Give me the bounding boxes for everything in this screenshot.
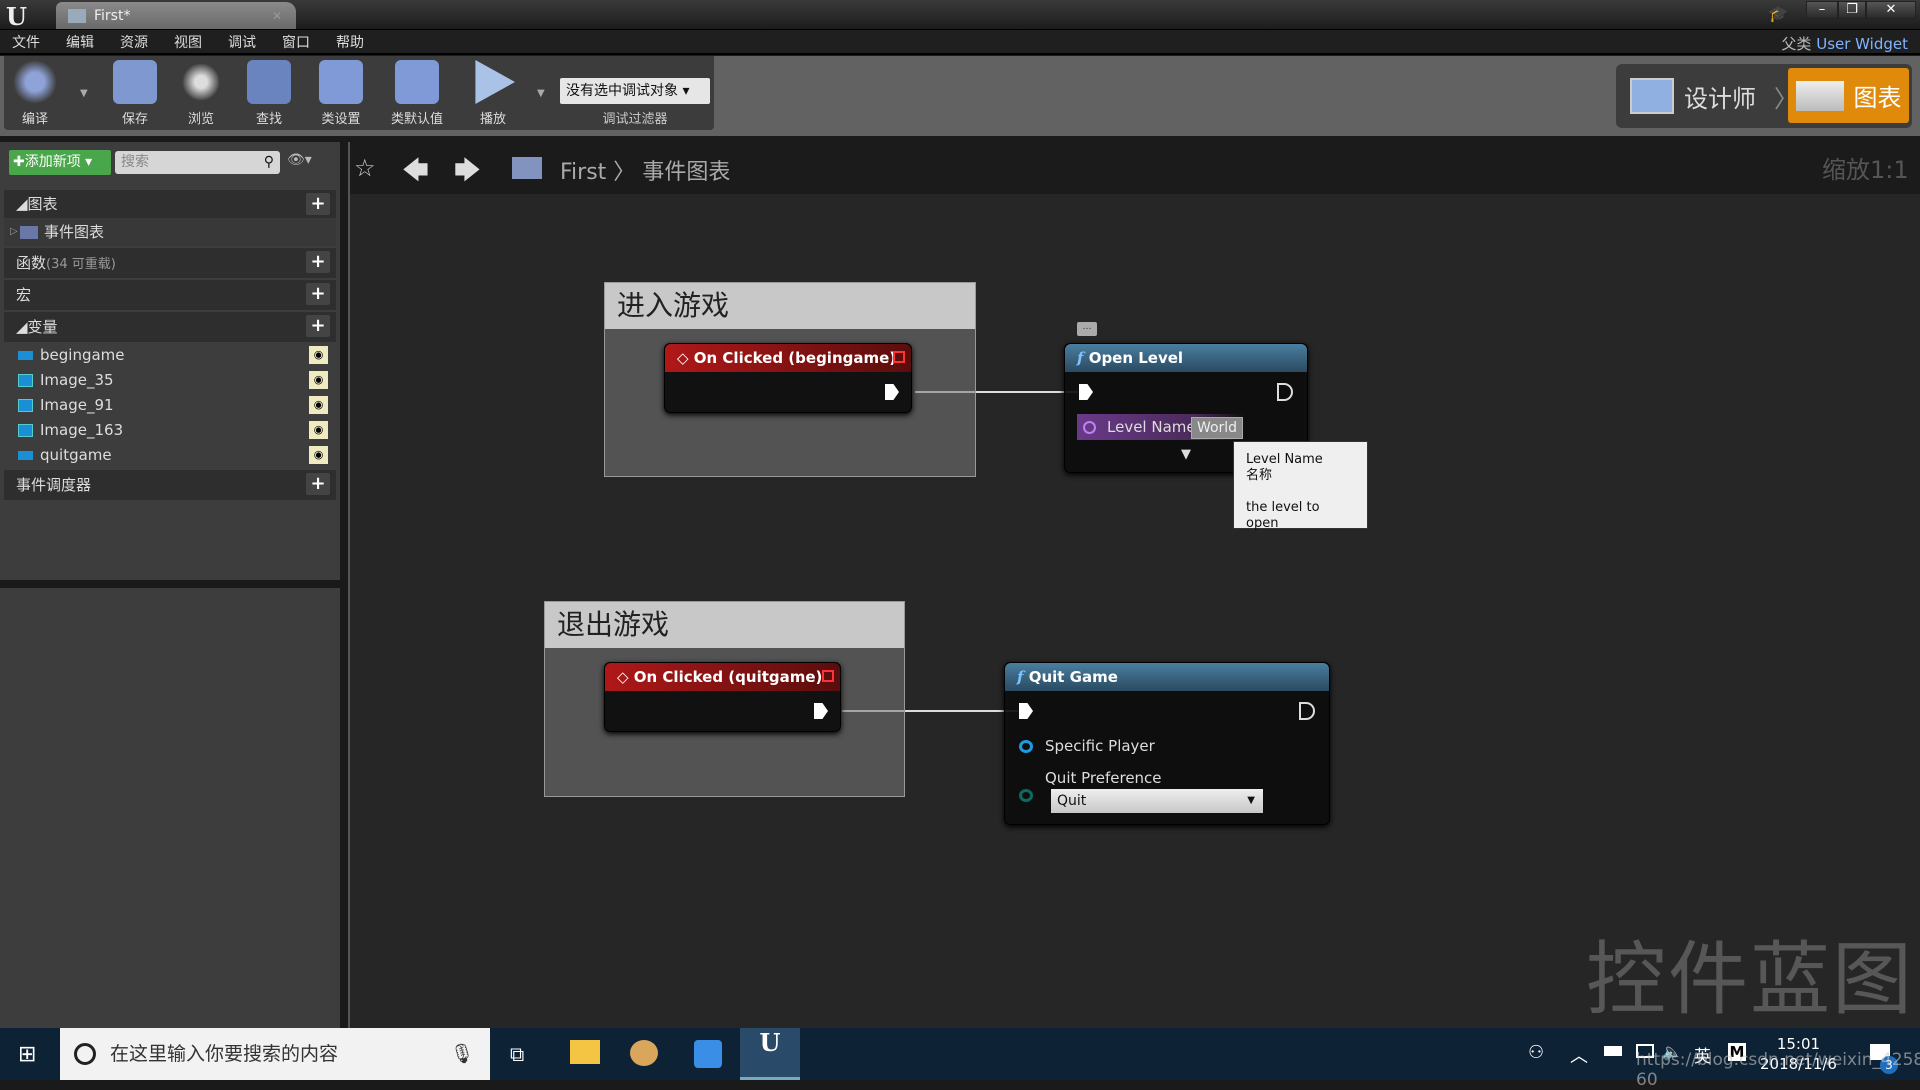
chevron-down-icon: ▼ [1247, 795, 1255, 806]
task-view-icon[interactable]: ⧉ [510, 1042, 524, 1066]
delegate-pin-icon[interactable] [822, 670, 834, 682]
comment-title[interactable]: 退出游戏 [545, 602, 904, 648]
battery-icon[interactable] [1604, 1046, 1622, 1056]
unreal-editor-taskbar-icon[interactable]: U [740, 1028, 800, 1080]
event-node[interactable]: ◇ On Clicked (quitgame) [604, 662, 841, 732]
expand-advanced-icon[interactable]: ▼ [1181, 447, 1191, 462]
widget-blueprint-watermark: 控件蓝图 [1586, 933, 1914, 1026]
node-header: ◇ On Clicked (begingame) [665, 344, 911, 372]
node-header: f Open Level [1065, 344, 1307, 372]
microphone-icon[interactable]: 🎙 [450, 1028, 474, 1080]
url-watermark: https://blog.csdn.net/weixin_4258?60 [1636, 1050, 1920, 1090]
delegate-pin-icon[interactable] [893, 351, 905, 363]
quit-preference-select[interactable]: Quit ▼ [1051, 789, 1263, 813]
tooltip: Level Name 名称 the level to open [1233, 441, 1368, 531]
exec-in-pin[interactable] [1079, 384, 1093, 400]
object-pin-icon [1019, 740, 1033, 753]
exec-in-pin[interactable] [1019, 703, 1033, 719]
taskbar-search-input[interactable]: 在这里输入你要搜索的内容 🎙 [60, 1028, 490, 1080]
function-icon: f [1017, 668, 1024, 686]
node-header: ◇ On Clicked (quitgame) [605, 663, 840, 691]
function-icon: f [1077, 349, 1084, 367]
quit-preference-label: Quit Preference [1045, 769, 1162, 787]
exec-out-pin[interactable] [885, 384, 899, 400]
specific-player-pin[interactable]: Specific Player [1019, 737, 1155, 755]
people-icon[interactable]: ⚇ [1528, 1042, 1544, 1063]
exec-out-pin[interactable] [1299, 702, 1315, 720]
exec-out-pin[interactable] [814, 703, 828, 719]
file-explorer-icon[interactable] [570, 1040, 600, 1064]
comment-bubble-icon[interactable]: … [1077, 322, 1097, 336]
event-node[interactable]: ◇ On Clicked (begingame) [664, 343, 912, 413]
quit-game-node[interactable]: f Quit Game Specific Player Quit Prefere… [1004, 662, 1330, 825]
app-icon[interactable] [694, 1040, 722, 1068]
exec-out-pin[interactable] [1277, 383, 1293, 401]
name-pin-icon [1083, 421, 1096, 434]
paint-app-icon[interactable] [630, 1040, 658, 1066]
enum-pin-icon[interactable] [1019, 789, 1033, 802]
show-hidden-icons-chevron[interactable]: ︿ [1570, 1042, 1588, 1068]
windows-start-icon[interactable]: ⊞ [18, 1042, 36, 1067]
node-header: f Quit Game [1005, 663, 1329, 691]
comment-title[interactable]: 进入游戏 [605, 283, 975, 329]
cortana-icon [74, 1043, 96, 1065]
level-name-input[interactable]: World [1191, 417, 1243, 439]
